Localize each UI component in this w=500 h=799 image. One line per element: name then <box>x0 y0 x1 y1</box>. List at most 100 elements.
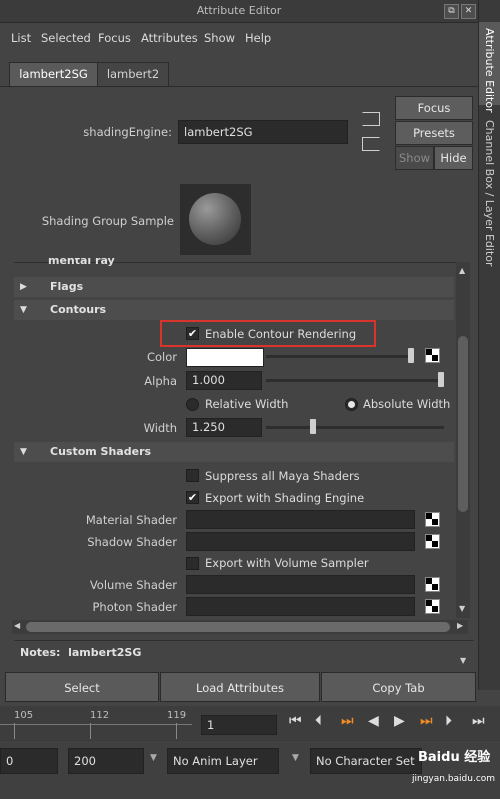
section-custom-shaders[interactable]: ▼ Custom Shaders <box>14 442 454 462</box>
presets-button[interactable]: Presets <box>395 121 473 145</box>
anim-layer-dropdown-icon[interactable]: ▼ <box>150 753 157 763</box>
tick-mark <box>90 723 91 739</box>
width-field[interactable]: 1.250 <box>186 418 262 437</box>
title-bar: Attribute Editor ⧉ ✕ <box>0 0 478 23</box>
suppress-shaders-checkbox[interactable] <box>186 469 199 482</box>
section-contours-title: Contours <box>50 303 107 316</box>
width-label: Width <box>143 421 177 435</box>
tick-mark <box>176 723 177 739</box>
notes-divider <box>14 640 474 641</box>
tick-mark <box>14 723 15 739</box>
horizontal-scrollbar[interactable]: ◀ ▶ <box>12 620 468 634</box>
menu-help[interactable]: Help <box>245 31 271 45</box>
character-set-select[interactable]: No Character Set <box>310 748 422 774</box>
timeline-baseline <box>0 724 192 725</box>
scroll-up-icon[interactable]: ▲ <box>459 266 465 275</box>
play-backward-icon[interactable]: ◀ <box>368 713 379 729</box>
range-start-field[interactable]: 0 <box>0 748 58 774</box>
go-to-end-icon[interactable]: ⏭ <box>472 713 485 729</box>
copy-tab-button[interactable]: Copy Tab <box>321 672 476 702</box>
watermark-url: jingyan.baidu.com <box>412 774 496 784</box>
watermark-logo: Baidu 经验 <box>418 750 491 765</box>
notes-expand-icon[interactable]: ▼ <box>460 656 466 665</box>
menu-attributes[interactable]: Attributes <box>141 31 198 45</box>
step-back-key-orange-icon[interactable]: ⏭ <box>341 713 354 729</box>
select-button[interactable]: Select <box>5 672 159 702</box>
shadow-shader-map-button[interactable] <box>425 534 440 549</box>
color-slider-thumb[interactable] <box>408 348 414 363</box>
baidu-watermark: Baidu 经验 jingyan.baidu.com <box>412 744 500 788</box>
focus-button[interactable]: Focus <box>395 96 473 120</box>
photon-shader-field[interactable] <box>186 597 415 616</box>
color-map-button[interactable] <box>425 348 440 363</box>
tick-label-105: 105 <box>14 710 34 721</box>
tab-lambert2[interactable]: lambert2 <box>97 62 169 87</box>
input-connection-icon[interactable] <box>362 112 380 126</box>
menu-show[interactable]: Show <box>204 31 235 45</box>
vertical-scrollbar[interactable]: ▲ ▼ <box>456 262 470 618</box>
width-slider-track[interactable] <box>266 426 444 429</box>
tab-attribute-editor[interactable]: Attribute Editor <box>479 22 500 113</box>
photon-shader-map-button[interactable] <box>425 599 440 614</box>
notes-label: Notes: lambert2SG <box>20 646 142 659</box>
alpha-slider-thumb[interactable] <box>438 372 444 387</box>
menu-list[interactable]: List <box>11 31 31 45</box>
relative-width-radio[interactable] <box>186 398 199 411</box>
shading-sample-swatch <box>180 184 251 255</box>
vertical-scroll-thumb[interactable] <box>458 336 468 512</box>
relative-width-label: Relative Width <box>205 397 289 411</box>
output-connection-icon[interactable] <box>362 137 380 151</box>
enable-contour-label: Enable Contour Rendering <box>205 327 357 341</box>
shadow-shader-field[interactable] <box>186 532 415 551</box>
scroll-down-icon[interactable]: ▼ <box>459 604 465 613</box>
tab-lambert2sg[interactable]: lambert2SG <box>9 62 98 87</box>
color-swatch[interactable] <box>186 348 264 367</box>
section-flags-title: Flags <box>50 280 84 293</box>
anim-layer-select[interactable]: No Anim Layer <box>167 748 279 774</box>
step-forward-icon[interactable]: ⏵ <box>445 713 452 729</box>
step-back-key-icon[interactable]: ⏴ <box>315 713 322 729</box>
character-set-dropdown-icon[interactable]: ▼ <box>292 753 299 763</box>
scroll-left-icon[interactable]: ◀ <box>14 621 20 630</box>
float-icon[interactable]: ⧉ <box>444 4 459 19</box>
hide-button[interactable]: Hide <box>434 146 473 170</box>
section-contours[interactable]: ▼ Contours <box>14 300 454 320</box>
radio-dot <box>348 401 355 408</box>
current-frame-field[interactable]: 1 <box>201 715 277 735</box>
section-flags[interactable]: ▶ Flags <box>14 277 454 297</box>
color-slider-track[interactable] <box>266 355 414 358</box>
range-end-field[interactable]: 200 <box>68 748 144 774</box>
menu-selected[interactable]: Selected <box>41 31 91 45</box>
shading-engine-field[interactable]: lambert2SG <box>178 120 348 144</box>
material-shader-field[interactable] <box>186 510 415 529</box>
alpha-field[interactable]: 1.000 <box>186 371 262 390</box>
show-button[interactable]: Show <box>395 146 434 170</box>
export-volume-sampler-checkbox[interactable] <box>186 557 199 570</box>
step-forward-key-icon[interactable]: ⏭ <box>420 713 433 729</box>
volume-shader-map-button[interactable] <box>425 577 440 592</box>
play-forward-icon[interactable]: ▶ <box>394 713 405 729</box>
material-shader-map-button[interactable] <box>425 512 440 527</box>
load-attributes-button[interactable]: Load Attributes <box>160 672 320 702</box>
section-custom-shaders-title: Custom Shaders <box>50 445 152 458</box>
menu-bar: List Selected Focus Attributes Show Help <box>0 24 478 50</box>
width-slider-thumb[interactable] <box>310 419 316 434</box>
photon-shader-label: Photon Shader <box>92 600 178 614</box>
volume-shader-label: Volume Shader <box>89 578 177 592</box>
absolute-width-radio[interactable] <box>345 398 358 411</box>
tab-channel-box[interactable]: Channel Box / Layer Editor <box>483 120 496 267</box>
menu-focus[interactable]: Focus <box>98 31 131 45</box>
scroll-right-icon[interactable]: ▶ <box>457 621 463 630</box>
close-icon[interactable]: ✕ <box>461 4 476 19</box>
tick-label-112: 112 <box>90 710 110 721</box>
volume-shader-field[interactable] <box>186 575 415 594</box>
enable-contour-checkbox[interactable]: ✔ <box>186 327 199 340</box>
go-to-start-icon[interactable]: ⏮ <box>289 713 302 729</box>
tab-attribute-editor-label: Attribute Editor <box>483 28 496 113</box>
export-volume-sampler-label: Export with Volume Sampler <box>205 556 369 570</box>
horizontal-scroll-thumb[interactable] <box>26 622 450 632</box>
alpha-slider-track[interactable] <box>266 379 444 382</box>
export-shading-engine-checkbox[interactable]: ✔ <box>186 491 199 504</box>
window-title: Attribute Editor <box>196 4 282 17</box>
section-mental-ray[interactable]: mental ray <box>48 258 115 270</box>
